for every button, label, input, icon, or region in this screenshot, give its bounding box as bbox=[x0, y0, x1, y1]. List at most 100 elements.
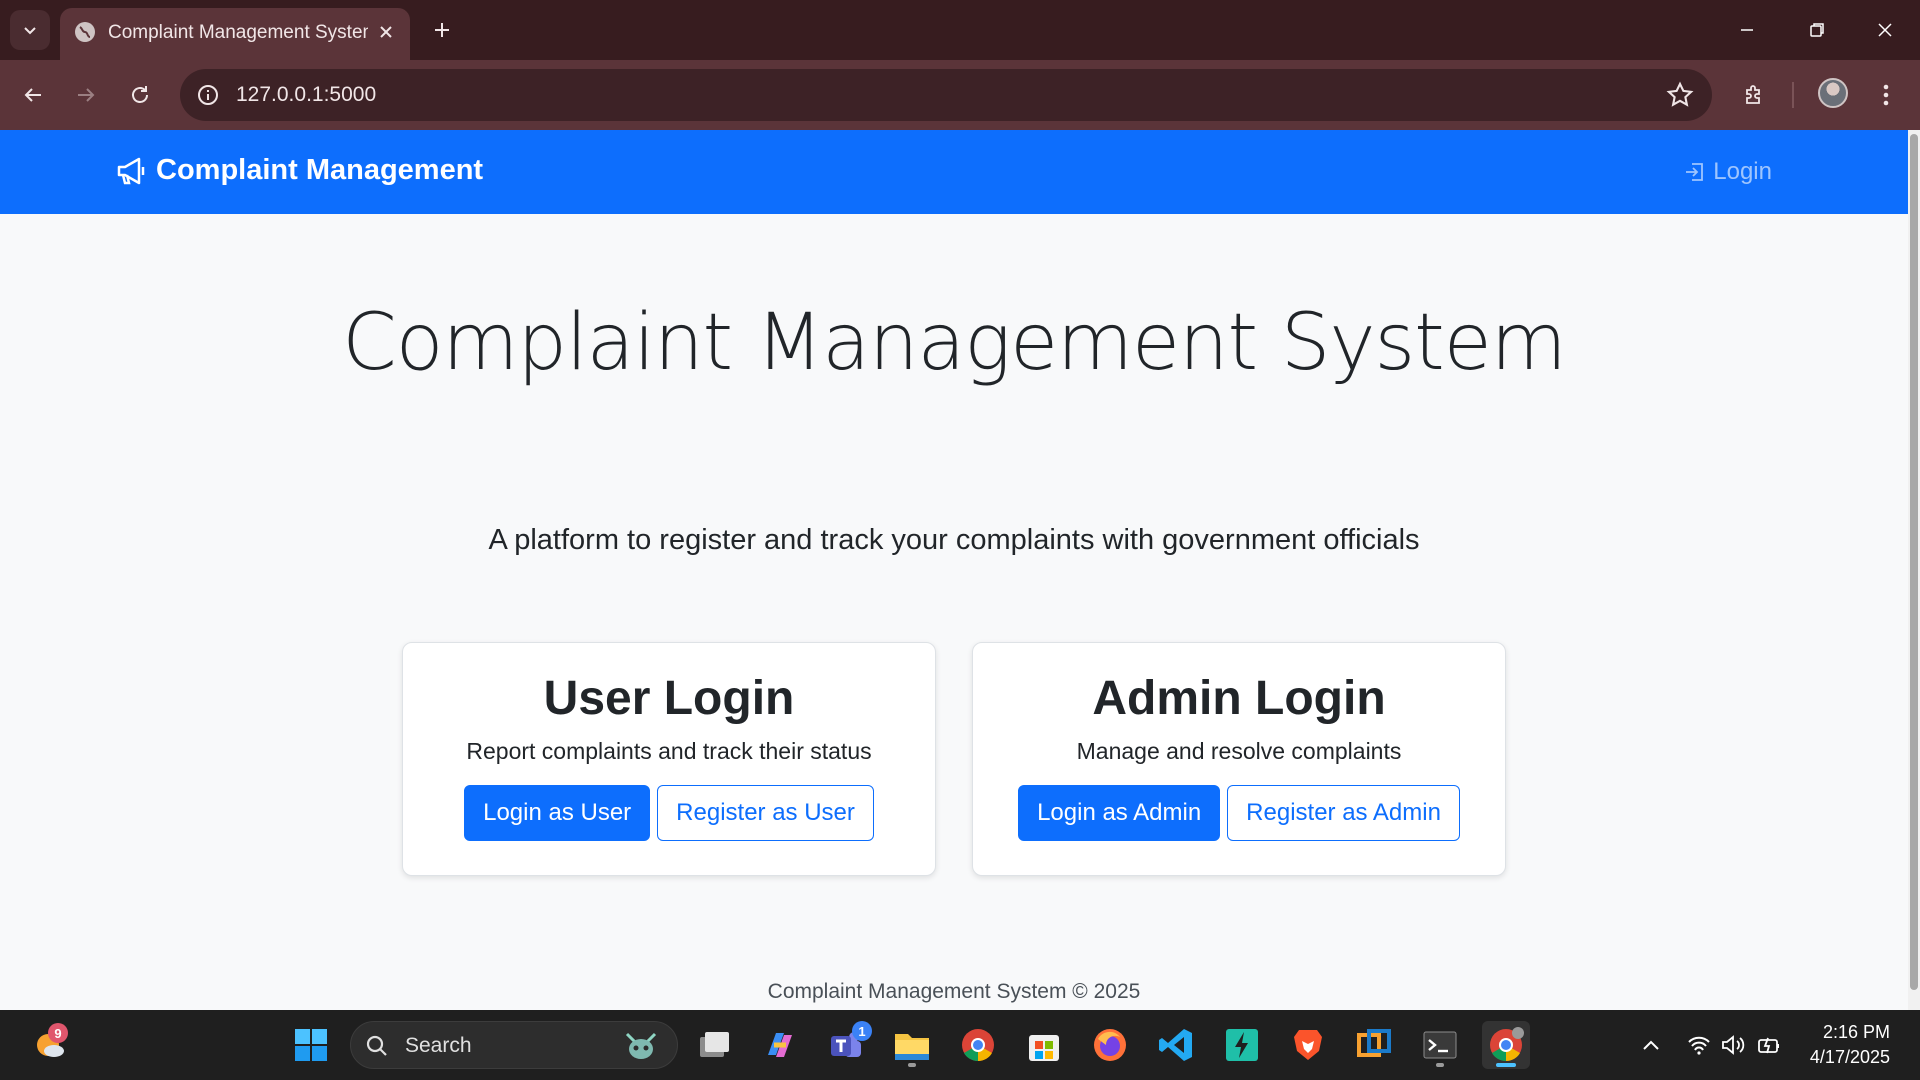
search-label: Search bbox=[405, 1034, 472, 1057]
minimize-button[interactable] bbox=[1722, 10, 1772, 50]
register-as-admin-button[interactable]: Register as Admin bbox=[1227, 785, 1460, 841]
browser-toolbar: 127.0.0.1:5000 bbox=[0, 60, 1920, 130]
clock-time: 2:16 PM bbox=[1822, 1022, 1890, 1042]
volume-status[interactable] bbox=[1720, 1032, 1746, 1058]
megaphone-icon bbox=[117, 157, 145, 184]
arrow-right-icon bbox=[78, 88, 95, 102]
close-window-button[interactable] bbox=[1860, 10, 1910, 50]
weather-widget[interactable]: 9 bbox=[26, 1021, 74, 1069]
extensions-button[interactable] bbox=[1734, 75, 1774, 115]
navbar-login-link[interactable]: Login bbox=[1683, 158, 1772, 186]
taskbar-clock[interactable]: 2:16 PM 4/17/2025 bbox=[1810, 1020, 1890, 1070]
site-navbar: Complaint Management Login bbox=[0, 130, 1908, 214]
user-login-card: User Login Report complaints and track t… bbox=[402, 642, 936, 876]
wifi-icon bbox=[1688, 1036, 1710, 1055]
login-as-user-button[interactable]: Login as User bbox=[464, 785, 651, 841]
hero-subtitle: A platform to register and track your co… bbox=[488, 524, 1420, 556]
task-view-icon bbox=[700, 1032, 729, 1057]
card-description: Manage and resolve complaints bbox=[1076, 738, 1402, 764]
reload-button[interactable] bbox=[120, 75, 160, 115]
page-viewport: Complaint Management Login Complaint Man… bbox=[0, 130, 1908, 1010]
tab-close-button[interactable] bbox=[374, 20, 398, 44]
toolbar-separator bbox=[1792, 82, 1794, 108]
battery-status[interactable] bbox=[1756, 1032, 1782, 1058]
navbar-brand-text: Complaint Management bbox=[156, 154, 484, 186]
speaker-icon bbox=[1722, 1035, 1745, 1055]
terminal-icon bbox=[1423, 1031, 1457, 1059]
weather-badge: 9 bbox=[48, 1023, 68, 1043]
info-icon bbox=[198, 85, 218, 105]
admin-login-card: Admin Login Manage and resolve complaint… bbox=[972, 642, 1506, 876]
lightning-icon bbox=[1226, 1029, 1258, 1061]
firefox-app[interactable] bbox=[1086, 1021, 1134, 1069]
virtualbox-app[interactable] bbox=[1350, 1021, 1398, 1069]
start-button[interactable] bbox=[287, 1021, 335, 1069]
chrome-menu-button[interactable] bbox=[1866, 75, 1906, 115]
back-button[interactable] bbox=[13, 75, 53, 115]
sign-in-icon bbox=[1686, 163, 1704, 181]
teams-app[interactable]: 1 bbox=[822, 1021, 872, 1069]
more-vertical-icon bbox=[1883, 84, 1889, 106]
running-indicator bbox=[1436, 1063, 1444, 1067]
site-info-button[interactable] bbox=[192, 79, 224, 111]
lightning-app[interactable] bbox=[1218, 1021, 1266, 1069]
card-title: Admin Login bbox=[1092, 672, 1386, 725]
windows-logo-icon bbox=[295, 1029, 327, 1061]
windows-taskbar: 9 Search 1 2:16 PM 4/17/2025 bbox=[0, 1010, 1920, 1080]
puzzle-icon bbox=[1746, 85, 1760, 104]
store-icon bbox=[1029, 1035, 1059, 1061]
plus-icon bbox=[435, 23, 449, 37]
browser-tab-strip: Complaint Management System bbox=[0, 0, 1920, 60]
microsoft-store-app[interactable] bbox=[1020, 1021, 1068, 1069]
vscode-app[interactable] bbox=[1152, 1021, 1200, 1069]
firefox-icon bbox=[1094, 1029, 1126, 1061]
search-icon bbox=[366, 1035, 387, 1056]
active-app-indicator bbox=[1496, 1063, 1516, 1067]
vscode-icon bbox=[1159, 1029, 1192, 1061]
address-bar[interactable]: 127.0.0.1:5000 bbox=[180, 69, 1712, 121]
browser-tab-active[interactable]: Complaint Management System bbox=[60, 8, 410, 60]
folder-icon bbox=[895, 1034, 929, 1060]
copilot-app[interactable] bbox=[756, 1021, 804, 1069]
terminal-app[interactable] bbox=[1416, 1021, 1464, 1069]
chrome-profile-app-active[interactable] bbox=[1482, 1021, 1530, 1069]
hero-title: Complaint Management System bbox=[342, 298, 1566, 388]
copilot-icon bbox=[768, 1033, 792, 1057]
task-view-button[interactable] bbox=[690, 1021, 738, 1069]
navbar-login-label: Login bbox=[1713, 158, 1772, 185]
close-icon bbox=[1878, 23, 1892, 37]
wifi-status[interactable] bbox=[1686, 1032, 1712, 1058]
chrome-icon bbox=[1490, 1027, 1524, 1062]
navbar-brand[interactable]: Complaint Management bbox=[116, 154, 483, 187]
clock-date: 4/17/2025 bbox=[1809, 1047, 1890, 1067]
tab-search-button[interactable] bbox=[10, 10, 50, 50]
chevron-up-icon bbox=[1643, 1040, 1659, 1050]
teams-badge: 1 bbox=[852, 1021, 872, 1041]
profile-avatar[interactable] bbox=[1818, 78, 1848, 108]
file-explorer-app[interactable] bbox=[888, 1021, 936, 1069]
register-as-user-button[interactable]: Register as User bbox=[657, 785, 874, 841]
page-scrollbar[interactable] bbox=[1908, 130, 1920, 1010]
url-text[interactable]: 127.0.0.1:5000 bbox=[236, 83, 376, 107]
arrow-left-icon bbox=[24, 88, 41, 102]
battery-charging-icon bbox=[1758, 1037, 1779, 1054]
bookmark-star-icon[interactable] bbox=[1666, 81, 1694, 109]
show-hidden-icons-button[interactable] bbox=[1638, 1032, 1664, 1058]
restore-button[interactable] bbox=[1792, 10, 1842, 50]
card-title: User Login bbox=[543, 672, 795, 725]
taskbar-search-box[interactable]: Search bbox=[350, 1021, 678, 1069]
close-icon bbox=[380, 26, 392, 38]
brave-app[interactable] bbox=[1284, 1021, 1332, 1069]
forward-button[interactable] bbox=[66, 75, 106, 115]
scrollbar-thumb[interactable] bbox=[1910, 134, 1918, 990]
page-footer: Complaint Management System © 2025 bbox=[767, 980, 1141, 1003]
chrome-icon bbox=[962, 1029, 994, 1062]
search-highlight-icon bbox=[625, 1032, 657, 1059]
chrome-app[interactable] bbox=[954, 1021, 1002, 1069]
card-description: Report complaints and track their status bbox=[466, 738, 872, 764]
restore-icon bbox=[1810, 23, 1824, 37]
login-as-admin-button[interactable]: Login as Admin bbox=[1018, 785, 1221, 841]
tab-title: Complaint Management System bbox=[108, 22, 368, 43]
virtualbox-icon bbox=[1357, 1029, 1391, 1057]
new-tab-button[interactable] bbox=[424, 12, 460, 48]
